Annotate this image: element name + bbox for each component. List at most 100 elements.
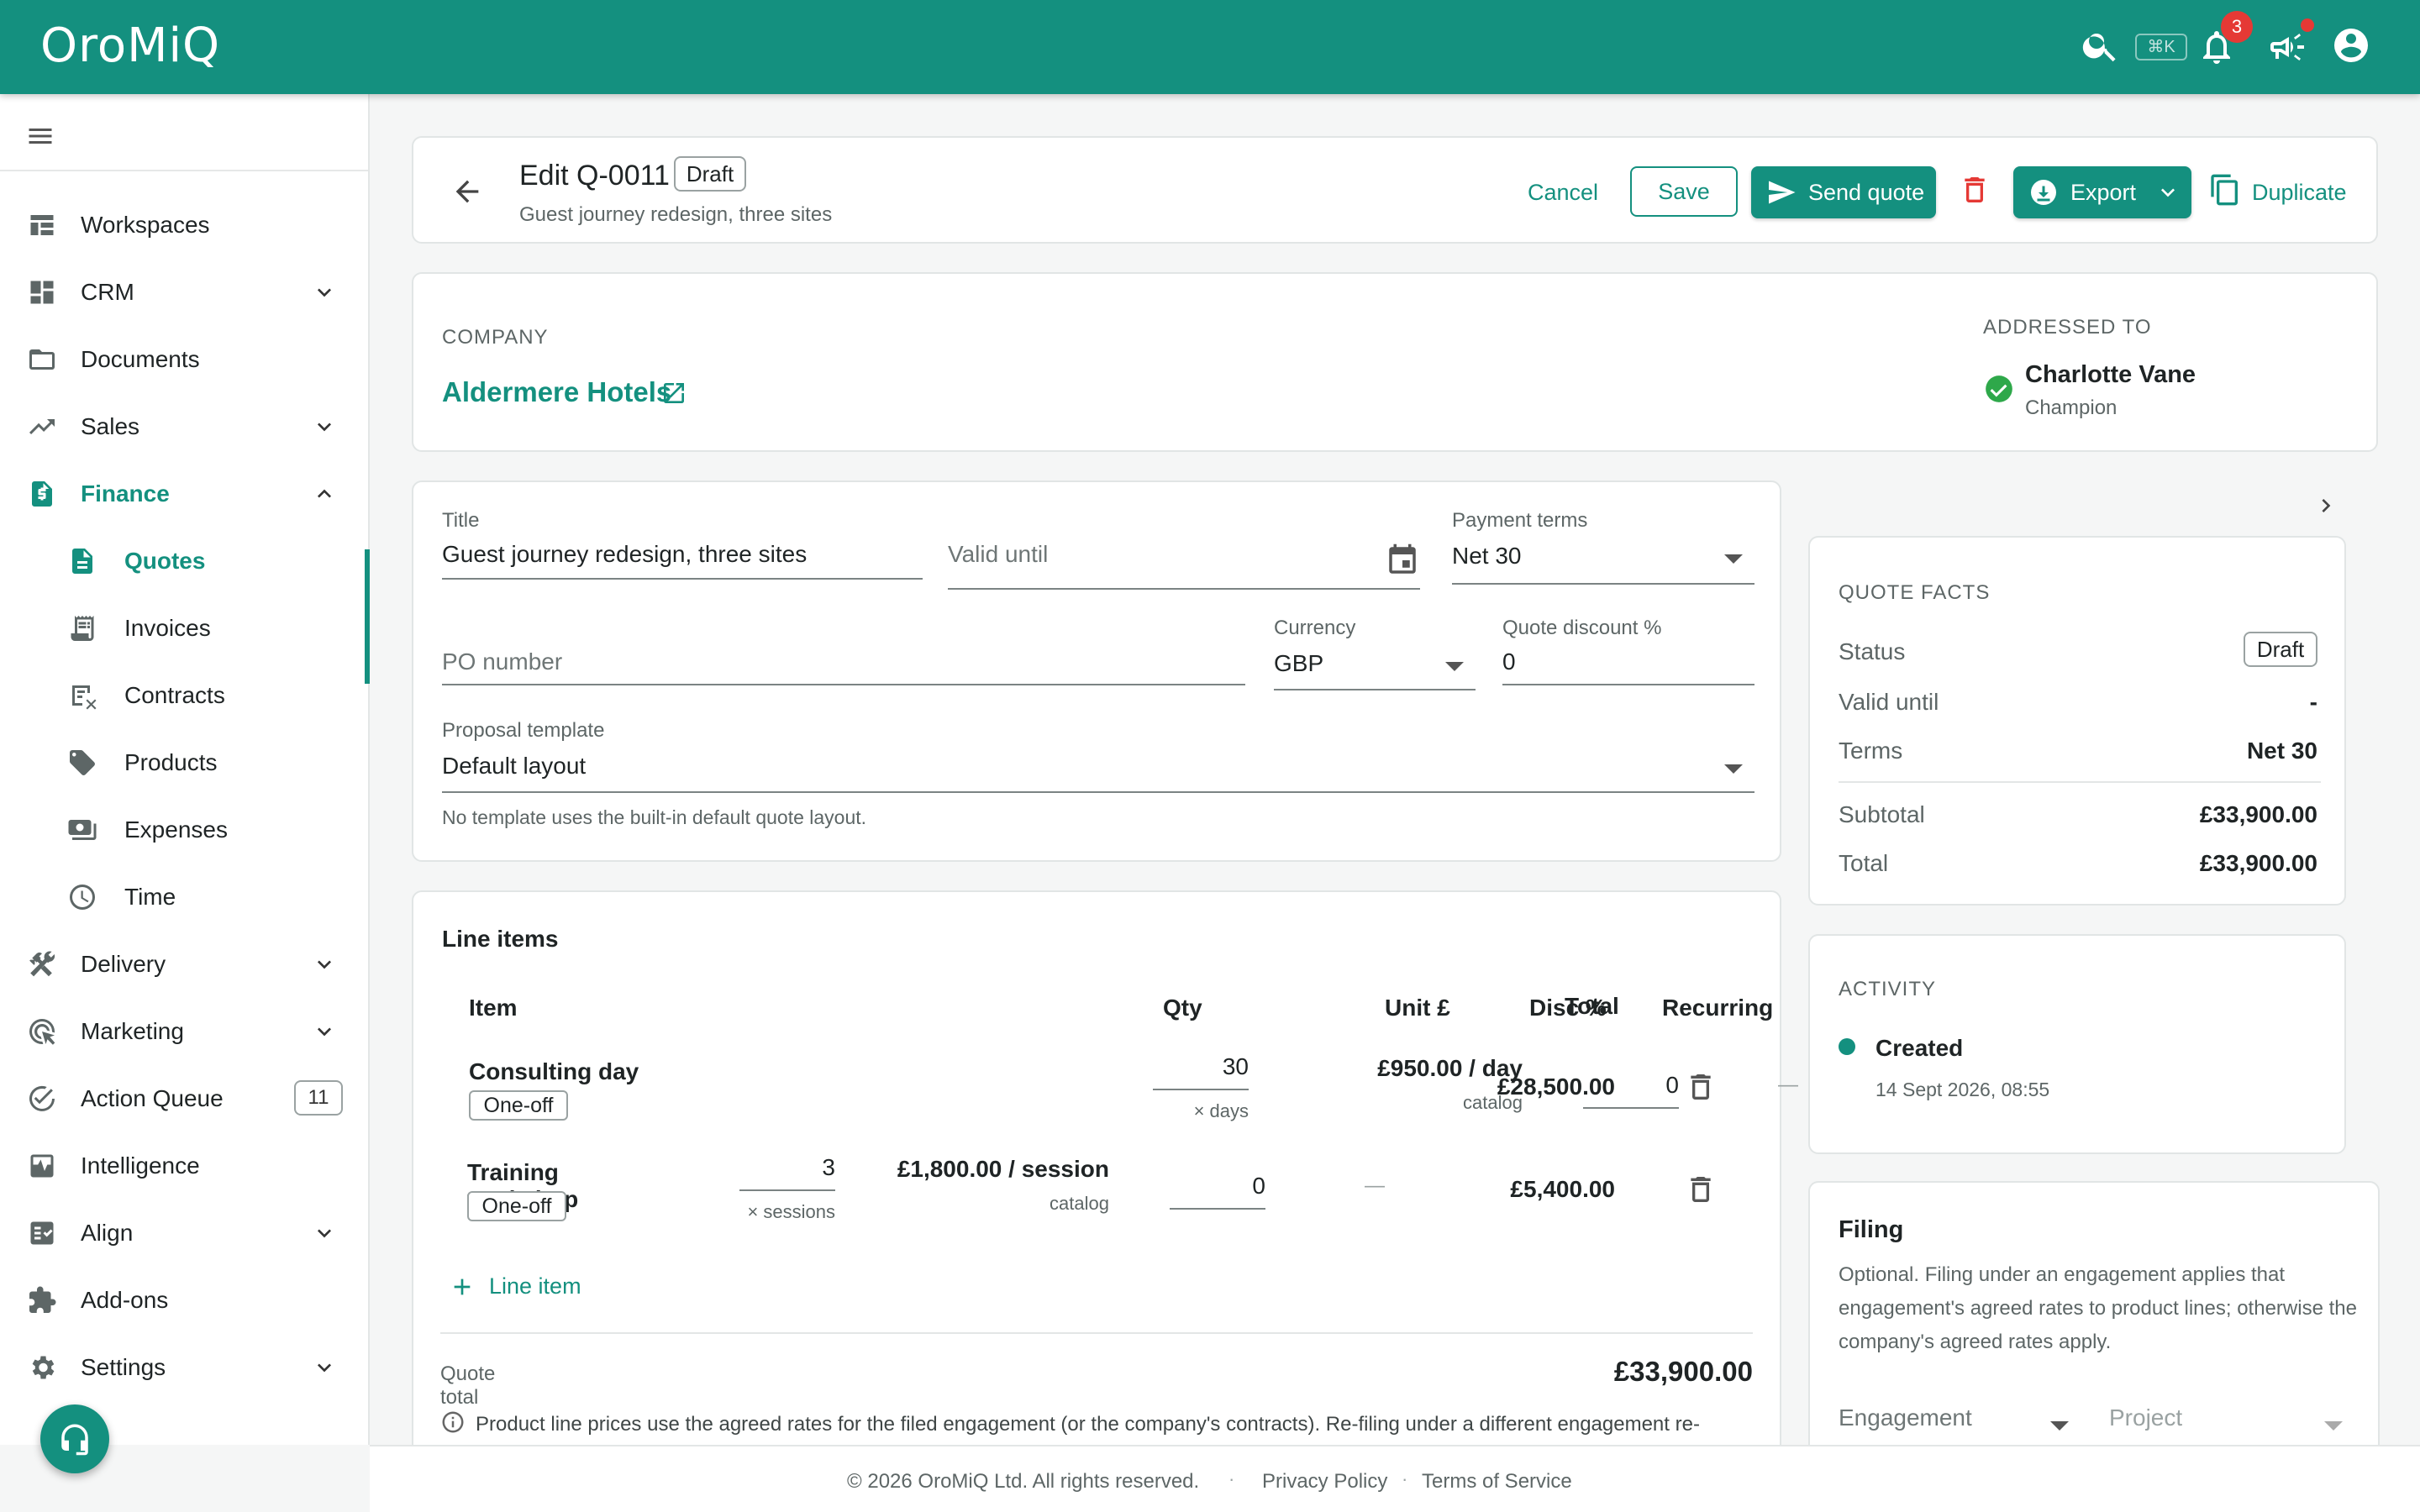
sidebar-item-label: Align (81, 1220, 134, 1246)
export-label: Export (2070, 180, 2137, 205)
column-header-total-label: Total (1565, 993, 1619, 1019)
sidebar-item-delivery[interactable]: Delivery (0, 932, 366, 993)
company-section-label: COMPANY (442, 326, 549, 349)
quote-total-value: £33,900.00 (1613, 1356, 1753, 1387)
target-cursor-icon (29, 1019, 55, 1045)
engagement-select[interactable]: Engagement (1839, 1404, 1972, 1431)
contact-name[interactable]: Charlotte Vane (2025, 361, 2196, 389)
contact-role: Champion (2025, 396, 2118, 419)
quote-facts-card: QUOTE FACTS Status Draft Valid until - T… (1808, 536, 2346, 906)
dropdown-arrow-icon (1724, 764, 1743, 774)
footer-terms-link[interactable]: Terms of Service (1422, 1470, 1572, 1494)
export-dropdown-button[interactable]: Export (2013, 166, 2191, 218)
sidebar-item-add-ons[interactable]: Add-ons (0, 1268, 366, 1329)
delete-line-trash-icon[interactable] (1684, 1173, 1718, 1206)
line-item-total-2: £5,400.00 (1510, 1176, 1615, 1202)
sidebar-item-invoices[interactable]: Invoices (0, 596, 366, 657)
announcement-dot (2301, 18, 2314, 32)
sidebar-item-intelligence[interactable]: Intelligence (0, 1134, 366, 1194)
title-input[interactable]: Guest journey redesign, three sites (442, 541, 807, 568)
valid-until-input[interactable]: Valid until (948, 541, 1048, 568)
footer-privacy-link[interactable]: Privacy Policy (1262, 1470, 1387, 1494)
sidebar-item-settings[interactable]: Settings (0, 1336, 366, 1396)
delete-trash-icon[interactable] (1958, 173, 1991, 207)
line-item-tag[interactable]: One-off (467, 1191, 566, 1221)
app-logo[interactable]: OroMiQ (40, 18, 220, 73)
project-select[interactable]: Project (2109, 1404, 2182, 1431)
company-link[interactable]: Aldermere Hotels (442, 376, 671, 408)
proposal-template-help: No template uses the built-in default qu… (442, 806, 867, 828)
discount-underline (1583, 1107, 1679, 1109)
sidebar-item-finance[interactable]: Finance (0, 462, 366, 522)
check-circle-icon (29, 1085, 55, 1111)
line-item-recurring: — (1365, 1174, 1385, 1197)
account-avatar-icon[interactable] (2331, 25, 2371, 66)
terms-label: Terms (1839, 738, 1903, 764)
quote-document-icon (72, 549, 92, 574)
line-item-qty-input[interactable]: 30 (1153, 1053, 1249, 1080)
payment-terms-underline (1452, 583, 1754, 585)
quote-discount-input[interactable]: 0 (1502, 648, 1516, 675)
title-label: Title (442, 509, 480, 532)
terms-value: Net 30 (2246, 738, 2317, 764)
chevron-down-icon (318, 960, 331, 969)
sidebar-item-align[interactable]: Align (0, 1201, 366, 1262)
facts-divider (1839, 781, 2321, 783)
sidebar-item-label: Delivery (81, 951, 166, 977)
sidebar-item-label: Intelligence (81, 1152, 200, 1179)
support-headset-icon (61, 1424, 88, 1456)
clock-icon (70, 885, 95, 910)
quote-facts-title: QUOTE FACTS (1839, 581, 1991, 604)
line-item-unit-price: £1,800.00 / session (897, 1156, 1109, 1182)
back-arrow-icon[interactable] (450, 175, 484, 208)
sidebar-item-marketing[interactable]: Marketing (0, 1000, 366, 1060)
currency-select[interactable]: GBP (1274, 650, 1323, 677)
sidebar-item-expenses[interactable]: Expenses (0, 798, 366, 858)
sidebar-item-workspaces[interactable]: Workspaces (0, 193, 366, 254)
line-item-qty-input[interactable]: 3 (739, 1154, 835, 1181)
activity-title: ACTIVITY (1839, 978, 1937, 1000)
support-chat-button[interactable] (40, 1404, 109, 1473)
footer: © 2026 OroMiQ Ltd. All rights reserved. … (370, 1445, 2420, 1512)
chevron-down-icon (318, 1363, 331, 1373)
sidebar-item-label: Sales (81, 413, 140, 439)
total-value: £33,900.00 (2199, 850, 2317, 876)
sidebar-item-contracts[interactable]: Contracts (0, 664, 366, 724)
calendar-icon[interactable] (1385, 543, 1420, 578)
line-item-discount-input[interactable]: 0 (1170, 1173, 1265, 1200)
dropdown-arrow-icon (1445, 662, 1464, 671)
send-quote-button[interactable]: Send quote (1751, 166, 1936, 218)
po-number-input[interactable]: PO number (442, 648, 562, 675)
proposal-template-select[interactable]: Default layout (442, 753, 586, 780)
payment-terms-label: Payment terms (1452, 509, 1588, 532)
addressed-to-label: ADDRESSED TO (1983, 316, 2152, 339)
chevron-right-icon[interactable] (2312, 492, 2339, 519)
sidebar-item-crm[interactable]: CRM (0, 260, 366, 321)
sidebar-item-products[interactable]: Products (0, 731, 366, 791)
status-label: Status (1839, 638, 1906, 664)
duplicate-button[interactable]: Duplicate (2252, 180, 2347, 206)
sidebar-item-label: CRM (81, 279, 134, 305)
sidebar-item-label: Finance (81, 480, 170, 507)
delete-line-trash-icon[interactable] (1684, 1070, 1718, 1104)
save-button[interactable]: Save (1630, 166, 1738, 217)
payment-terms-select[interactable]: Net 30 (1452, 543, 1522, 570)
footer-separator: · (1402, 1468, 1408, 1489)
sidebar-item-documents[interactable]: Documents (0, 328, 366, 388)
announcements-megaphone-icon[interactable] (2267, 27, 2307, 67)
sidebar-item-time[interactable]: Time (0, 865, 366, 926)
sidebar-item-quotes[interactable]: Quotes (0, 529, 366, 590)
menu-icon[interactable] (25, 121, 55, 151)
send-icon (1769, 181, 1796, 204)
line-items-divider (440, 1332, 1753, 1334)
line-item-tag[interactable]: One-off (469, 1090, 568, 1121)
sidebar-item-action-queue[interactable]: Action Queue 11 (0, 1067, 366, 1127)
sidebar-item-sales[interactable]: Sales (0, 395, 366, 455)
cancel-button[interactable]: Cancel (1528, 180, 1598, 206)
duplicate-copy-icon[interactable] (2208, 173, 2242, 207)
search-icon[interactable] (2081, 25, 2121, 66)
sidebar-item-label: Products (124, 749, 218, 775)
open-external-icon[interactable] (660, 380, 687, 407)
column-header-item: Item (469, 995, 518, 1021)
qty-underline (739, 1189, 835, 1191)
